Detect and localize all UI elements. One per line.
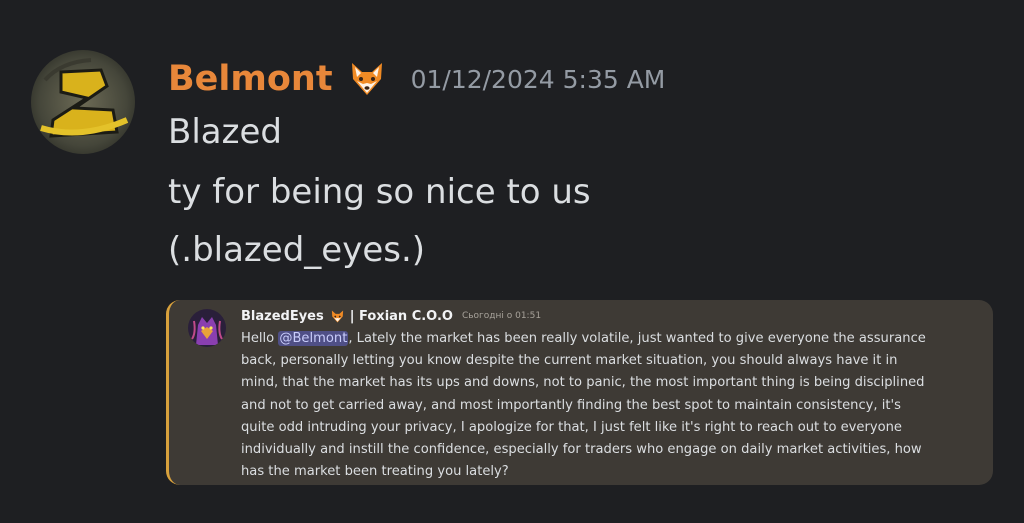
message-line: ty for being so nice to us <box>168 172 591 212</box>
embed-body-line: Hello @Belmont, Lately the market has be… <box>241 328 976 350</box>
embed-body-line: back, personally letting you know despit… <box>241 353 898 369</box>
embed-author-role: | Foxian C.O.O <box>349 308 453 324</box>
message-header: Belmont 01/12/2024 5:35 AM <box>168 56 665 102</box>
embed-body-line: has the market been treating you lately? <box>241 464 509 480</box>
author-name[interactable]: Belmont <box>168 59 333 99</box>
user-mention[interactable]: @Belmont <box>278 331 349 346</box>
embed-header: BlazedEyes | Foxian C.O.O Сьогодні о 01:… <box>241 306 541 326</box>
embed-avatar[interactable] <box>188 309 226 347</box>
quoted-message-embed: BlazedEyes | Foxian C.O.O Сьогодні о 01:… <box>166 300 993 485</box>
embed-body-line: mind, that the market has its ups and do… <box>241 375 925 391</box>
embed-body-line: individually and instill the confidence,… <box>241 442 922 458</box>
embed-author-name[interactable]: BlazedEyes <box>241 309 324 324</box>
timestamp: 01/12/2024 5:35 AM <box>410 64 666 94</box>
chat-view: Belmont 01/12/2024 5:35 AM Blazed ty for… <box>0 0 1024 523</box>
embed-body-text: , Lately the market has been really vola… <box>348 331 926 346</box>
embed-body-line: and not to get carried away, and most im… <box>241 397 901 413</box>
message-line: (.blazed_eyes.) <box>168 230 426 270</box>
fox-emoji-icon <box>330 309 345 324</box>
embed-timestamp: Сьогодні о 01:51 <box>461 311 542 321</box>
embed-body-line: quite odd intruding your privacy, I apol… <box>241 419 902 435</box>
avatar[interactable] <box>31 50 135 154</box>
embed-message-body: Hello @Belmont, Lately the market has be… <box>241 328 976 483</box>
greeting-text: Hello <box>241 331 279 346</box>
fox-emoji-icon <box>347 59 387 99</box>
message-line: Blazed <box>168 112 282 152</box>
